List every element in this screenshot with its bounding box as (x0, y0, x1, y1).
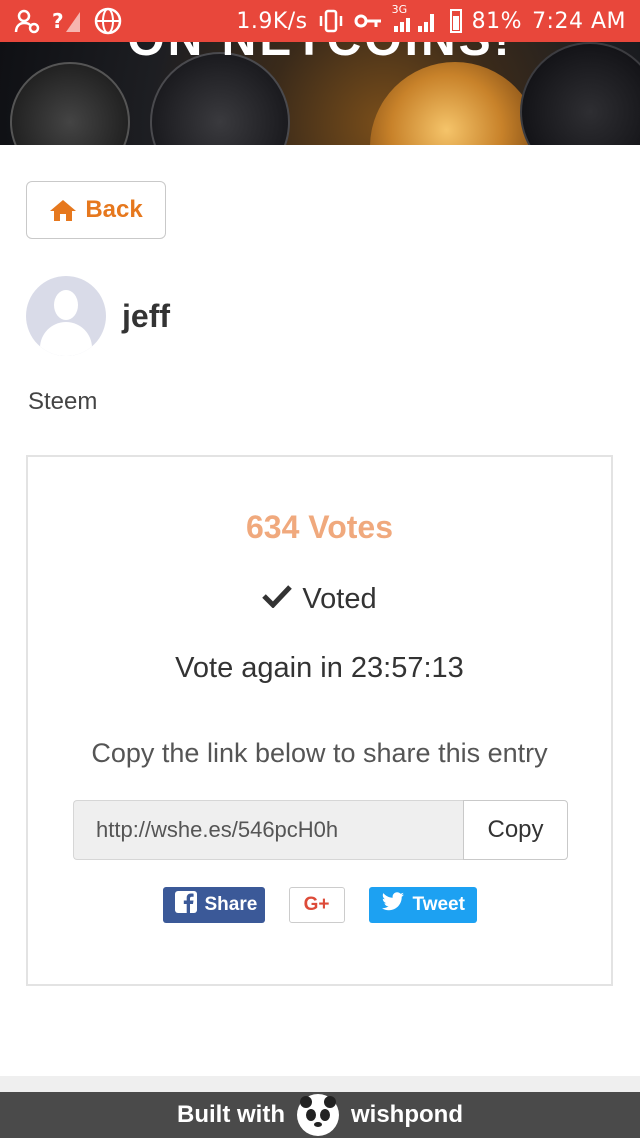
svg-text:?: ? (52, 9, 64, 33)
coin-image (10, 62, 130, 145)
status-bar: ? 1.9K/s 3G 81% 7:24 AM (0, 0, 640, 42)
vpn-globe-icon (94, 7, 122, 35)
back-button[interactable]: Back (26, 181, 166, 239)
home-icon (49, 198, 77, 222)
network-type: 3G (391, 3, 408, 16)
avatar-head-shape (54, 290, 78, 320)
facebook-share-button[interactable]: Share (162, 887, 265, 923)
back-button-label: Back (85, 196, 143, 223)
copy-button[interactable]: Copy (463, 800, 568, 860)
built-with-label: Built with (177, 1101, 285, 1128)
network-speed: 1.9K/s (236, 8, 308, 34)
person-settings-icon (14, 7, 40, 35)
battery-icon (449, 9, 462, 33)
facebook-icon (174, 891, 197, 919)
footer-separator (0, 1076, 640, 1092)
hero-title: ON NETCOINS! (0, 42, 640, 67)
hero-banner: ON NETCOINS! (0, 42, 640, 145)
twitter-tweet-button[interactable]: Tweet (368, 887, 477, 923)
vote-card: 634 Votes Voted Vote again in 23:57:13 C… (26, 455, 613, 986)
google-plus-label: G+ (303, 894, 330, 915)
avatar (26, 276, 106, 356)
social-share-row: Share G+ Tweet (28, 887, 611, 923)
share-link-input[interactable] (73, 800, 463, 860)
footer[interactable]: Built with wishpond (0, 1092, 640, 1138)
clock: 7:24 AM (532, 8, 626, 34)
votes-count: 634 Votes (245, 509, 394, 545)
copy-hint: Copy the link below to share this entry (91, 738, 548, 768)
facebook-share-label: Share (204, 894, 258, 915)
tweet-label: Tweet (412, 894, 465, 915)
signal-unknown-icon: ? (52, 7, 82, 35)
bitcoin-coin-image (370, 62, 540, 145)
voted-label: Voted (302, 583, 377, 615)
author-profile: jeff (26, 276, 170, 356)
status-right: 1.9K/s 3G 81% 7:24 AM (236, 3, 626, 35)
author-name: jeff (122, 297, 170, 334)
twitter-icon (381, 892, 405, 918)
avatar-body-shape (40, 322, 92, 356)
wishpond-panda-icon (297, 1094, 339, 1136)
battery-level: 81% (471, 8, 523, 34)
signal-icon: 3G (392, 3, 440, 35)
vibrate-icon (318, 7, 344, 35)
entry-category: Steem (28, 388, 98, 415)
key-icon (354, 7, 382, 35)
status-left: ? (14, 7, 122, 35)
wishpond-brand: wishpond (351, 1101, 463, 1128)
checkmark-icon (262, 583, 293, 616)
google-plus-share-button[interactable]: G+ (288, 887, 345, 923)
share-link-row: Copy (73, 800, 568, 860)
vote-again-timer: Vote again in 23:57:13 (175, 652, 464, 684)
voted-status: Voted (28, 583, 611, 616)
